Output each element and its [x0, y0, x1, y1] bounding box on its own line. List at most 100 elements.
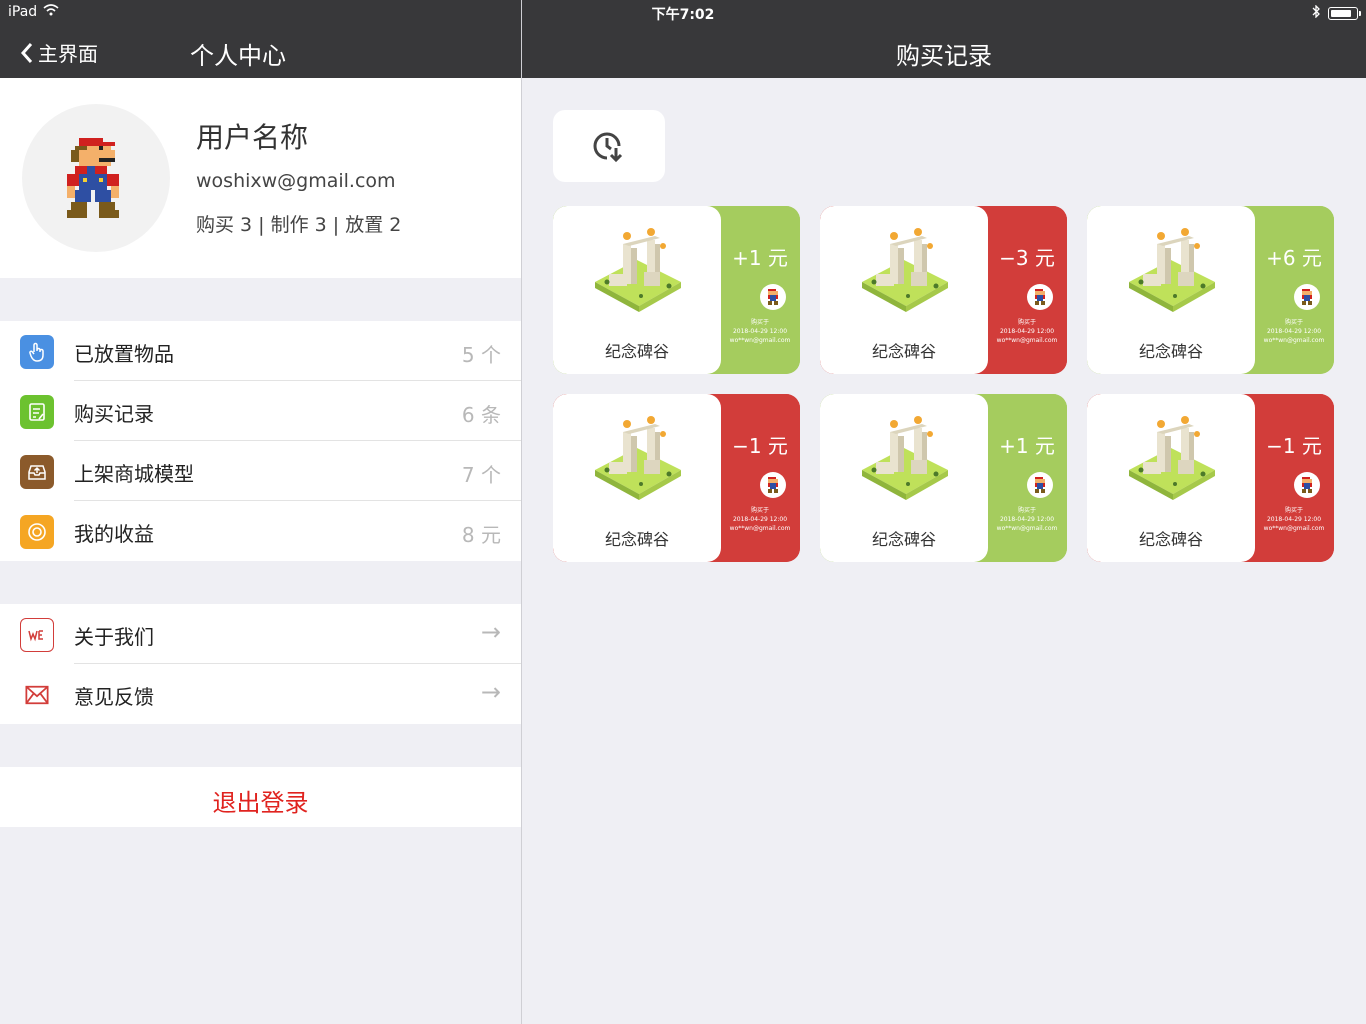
buyer-avatar: [1294, 284, 1320, 310]
purchase-record-card-2[interactable]: −3 元 购买于 2018-04-29 12:00 wo**wn@gmail.c…: [820, 206, 1067, 374]
buyer-email: wo**wn@gmail.com: [729, 337, 791, 344]
price-label: +6 元: [1266, 246, 1322, 270]
purchase-record-card-3[interactable]: +6 元 购买于 2018-04-29 12:00 wo**wn@gmail.c…: [1087, 206, 1334, 374]
purchase-record-card-4[interactable]: −1 元 购买于 2018-04-29 12:00 wo**wn@gmail.c…: [553, 394, 800, 562]
buyer-email: wo**wn@gmail.com: [729, 525, 791, 532]
purchase-meta: 购买于 2018-04-29 12:00 wo**wn@gmail.com: [720, 318, 800, 345]
purchase-date: 2018-04-29 12:00: [999, 328, 1055, 335]
model-name: 纪念碑谷: [871, 342, 936, 361]
monument-model-icon: [595, 228, 681, 312]
menu-item-label: 上架商城模型: [74, 462, 194, 486]
clock-download-icon: [593, 132, 623, 163]
user-stats: 购买 3 | 制作 3 | 放置 2: [196, 214, 402, 236]
menu-item-value: 7 个: [461, 463, 501, 487]
menu-item-label: 购买记录: [74, 402, 154, 426]
bluetooth-icon: [1312, 4, 1320, 22]
purchase-label: 购买于: [1284, 507, 1303, 514]
upload-tray-icon: [20, 455, 54, 489]
monument-model-icon: [595, 416, 681, 500]
buyer-email: wo**wn@gmail.com: [1263, 337, 1325, 344]
menu-item-label: 已放置物品: [74, 342, 174, 366]
purchase-meta: 购买于 2018-04-29 12:00 wo**wn@gmail.com: [987, 506, 1067, 533]
model-name: 纪念碑谷: [1138, 530, 1203, 549]
purchase-label: 购买于: [1017, 319, 1036, 326]
menu-item-value: 6 条: [461, 403, 501, 427]
model-name: 纪念碑谷: [604, 342, 669, 361]
menu-item-listed-models[interactable]: 上架商城模型 7 个: [0, 441, 521, 501]
status-bar: iPad 下午7:02: [0, 0, 1366, 24]
purchase-meta: 购买于 2018-04-29 12:00 wo**wn@gmail.com: [987, 318, 1067, 345]
receipt-icon: [20, 395, 54, 429]
monument-model-icon: [1129, 228, 1215, 312]
hand-pointer-icon: [20, 335, 54, 369]
user-email: woshixw@gmail.com: [196, 170, 396, 192]
left-page-title: 个人中心: [190, 42, 286, 70]
pixel-mario-icon: [67, 138, 119, 218]
menu-item-value: 8 元: [461, 523, 501, 547]
purchase-record-card-1[interactable]: +1 元 购买于 2018-04-29 12:00 wo**wn@gmail.c…: [553, 206, 800, 374]
top-bar: iPad 下午7:02 主界面 个人中心 购买记录: [0, 0, 1366, 78]
model-name: 纪念碑谷: [604, 530, 669, 549]
buyer-avatar: [1294, 472, 1320, 498]
profile-card[interactable]: 用户名称 woshixw@gmail.com 购买 3 | 制作 3 | 放置 …: [0, 78, 521, 278]
purchase-meta: 购买于 2018-04-29 12:00 wo**wn@gmail.com: [720, 506, 800, 533]
buyer-avatar: [1027, 284, 1053, 310]
left-nav-bar: 主界面 个人中心: [0, 24, 521, 78]
monument-model-icon: [862, 228, 948, 312]
arrow-right-icon: →: [480, 618, 501, 646]
monument-model-icon: [862, 416, 948, 500]
right-page-title: 购买记录: [896, 42, 992, 70]
purchase-date: 2018-04-29 12:00: [1266, 328, 1322, 335]
purchase-date: 2018-04-29 12:00: [1266, 516, 1322, 523]
buyer-avatar: [760, 472, 786, 498]
purchase-date: 2018-04-29 12:00: [732, 328, 788, 335]
purchase-label: 购买于: [1284, 319, 1303, 326]
menu-item-label: 我的收益: [74, 522, 154, 546]
purchase-label: 购买于: [750, 319, 769, 326]
logout-button[interactable]: 退出登录: [0, 767, 521, 827]
logout-label: 退出登录: [212, 789, 309, 817]
purchase-date: 2018-04-29 12:00: [999, 516, 1055, 523]
username: 用户名称: [196, 121, 309, 154]
menu-item-placed[interactable]: 已放置物品 5 个: [0, 321, 521, 381]
buyer-email: wo**wn@gmail.com: [996, 337, 1058, 344]
arrow-right-icon: →: [480, 678, 501, 706]
monument-model-icon: [1129, 416, 1215, 500]
purchase-label: 购买于: [750, 507, 769, 514]
purchase-label: 购买于: [1017, 507, 1036, 514]
purchase-record-card-5[interactable]: +1 元 购买于 2018-04-29 12:00 wo**wn@gmail.c…: [820, 394, 1067, 562]
menu-item-purchases[interactable]: 购买记录 6 条: [0, 381, 521, 441]
purchase-meta: 购买于 2018-04-29 12:00 wo**wn@gmail.com: [1254, 506, 1334, 533]
purchase-date: 2018-04-29 12:00: [732, 516, 788, 523]
left-pane: 用户名称 woshixw@gmail.com 购买 3 | 制作 3 | 放置 …: [0, 78, 521, 1024]
battery-icon: [1328, 7, 1361, 20]
model-name: 纪念碑谷: [871, 530, 936, 549]
price-label: −1 元: [1266, 434, 1322, 458]
price-label: −1 元: [732, 434, 788, 458]
purchase-meta: 购买于 2018-04-29 12:00 wo**wn@gmail.com: [1254, 318, 1334, 345]
menu-item-label: 关于我们: [74, 625, 154, 649]
buyer-avatar: [760, 284, 786, 310]
price-label: +1 元: [999, 434, 1055, 458]
menu-group-secondary: 关于我们 → 意见反馈 →: [0, 604, 521, 724]
buyer-avatar: [1027, 472, 1053, 498]
buyer-email: wo**wn@gmail.com: [1263, 525, 1325, 532]
buyer-email: wo**wn@gmail.com: [996, 525, 1058, 532]
sort-by-time-button[interactable]: [553, 110, 665, 182]
menu-item-feedback[interactable]: 意见反馈 →: [0, 664, 521, 724]
menu-group-main: 已放置物品 5 个 购买记录 6 条 上架商城模型 7 个 我的收益 8 元: [0, 321, 521, 561]
right-nav-bar: 购买记录: [522, 24, 1366, 78]
menu-item-label: 意见反馈: [74, 685, 154, 709]
model-name: 纪念碑谷: [1138, 342, 1203, 361]
menu-item-about[interactable]: 关于我们 →: [0, 604, 521, 664]
menu-item-earnings[interactable]: 我的收益 8 元: [0, 501, 521, 561]
purchase-record-card-6[interactable]: −1 元 购买于 2018-04-29 12:00 wo**wn@gmail.c…: [1087, 394, 1334, 562]
price-label: +1 元: [732, 246, 788, 270]
mail-icon: [20, 678, 54, 712]
right-pane: +1 元 购买于 2018-04-29 12:00 wo**wn@gmail.c…: [522, 78, 1366, 1024]
price-label: −3 元: [999, 246, 1055, 270]
we-logo-icon: [20, 618, 54, 652]
avatar[interactable]: [22, 104, 170, 252]
menu-item-value: 5 个: [461, 343, 501, 367]
status-time: 下午7:02: [651, 7, 715, 23]
